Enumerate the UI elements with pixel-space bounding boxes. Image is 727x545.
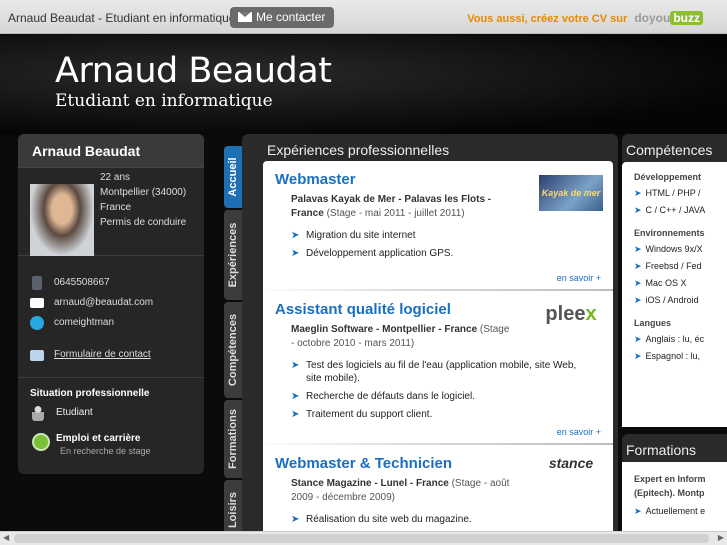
contact-button[interactable]: Me contacter [230, 7, 334, 28]
email-icon [30, 298, 44, 308]
skill-item: Freebsd / Fed [622, 255, 727, 272]
job-status: En recherche de stage [60, 446, 151, 456]
formations-title: Formations [622, 434, 727, 462]
skill-section-title: Langues [634, 318, 672, 328]
contact-button-label: Me contacter [256, 10, 326, 24]
page-subtitle: Etudiant en informatique [55, 91, 273, 111]
skill-item: HTML / PHP / [622, 182, 727, 199]
experiences-title: Expériences professionnelles [267, 142, 450, 158]
form-icon [30, 350, 44, 361]
company-logo: stance [539, 449, 603, 485]
tab-accueil[interactable]: Accueil [224, 146, 242, 208]
phone-number: 0645508667 [54, 277, 110, 288]
profile-facts: 22 ans Montpellier (34000) France Permis… [100, 170, 186, 230]
phone-row: 0645508667 [30, 276, 204, 296]
competences-panel: Compétences Développement HTML / PHP / C… [622, 134, 727, 545]
phone-icon [32, 276, 42, 290]
skype-icon [30, 316, 44, 330]
doyoubuzz-logo[interactable]: doyou buzz [634, 11, 703, 25]
scroll-left-icon[interactable]: ◀ [3, 533, 9, 542]
job-search-row: Emploi et carrière En recherche de stage [30, 433, 204, 456]
experiences-list: Webmaster Kayak de mer Palavas Kayak de … [263, 161, 613, 545]
job-task: Test des logiciels au fil de l'eau (appl… [291, 359, 591, 385]
more-link[interactable]: en savoir + [557, 273, 601, 283]
job-title: Emploi et carrière [56, 433, 141, 444]
avatar [30, 184, 94, 256]
skill-item: Mac OS X [622, 272, 727, 289]
company-logo: pleex [539, 299, 603, 335]
job-org: Maeglin Software - Montpellier - France … [291, 324, 510, 349]
skill-item: Espagnol : lu, [622, 345, 727, 362]
promo-link[interactable]: Vous aussi, créez votre CV sur doyou buzz [467, 11, 703, 25]
formation-item: Actuellement e [622, 500, 727, 517]
top-bar: Arnaud Beaudat - Etudiant en informatiqu… [0, 0, 727, 34]
job-org: Stance Magazine - Lunel - France (Stage … [291, 478, 510, 503]
tab-experiences[interactable]: Expériences [224, 210, 242, 300]
competences-list: Développement HTML / PHP / C / C++ / JAV… [622, 162, 727, 427]
person-icon [32, 405, 44, 421]
job-tasks: Test des logiciels au fil de l'eau (appl… [291, 359, 613, 421]
fact-license: Permis de conduire [100, 217, 187, 228]
job-entry: Webmaster & Technicien stance Stance Mag… [263, 445, 613, 545]
skype-id[interactable]: comeightman [54, 317, 114, 328]
skill-item: C / C++ / JAVA [622, 199, 727, 216]
job-task: Réalisation du site web du magazine. [291, 513, 591, 526]
skype-row[interactable]: comeightman [30, 316, 204, 336]
competences-title: Compétences [622, 134, 727, 162]
header-banner: Arnaud Beaudat Etudiant en informatique [0, 35, 727, 135]
email-address[interactable]: arnaud@beaudat.com [54, 297, 153, 308]
job-task: Développement application GPS. [291, 247, 591, 260]
contact-form-label[interactable]: Formulaire de contact [54, 349, 151, 360]
job-task: Recherche de défauts dans le logiciel. [291, 390, 591, 403]
fact-age: 22 ans [100, 172, 131, 183]
contact-form-link[interactable]: Formulaire de contact [30, 348, 204, 368]
situation-title: Situation professionnelle [30, 388, 150, 399]
page-title: Arnaud Beaudat [55, 51, 332, 91]
more-link[interactable]: en savoir + [557, 427, 601, 437]
job-entry: Webmaster Kayak de mer Palavas Kayak de … [263, 161, 613, 289]
skill-item: Anglais : lu, éc [622, 328, 727, 345]
email-row[interactable]: arnaud@beaudat.com [30, 296, 204, 316]
fact-country: France [100, 202, 132, 213]
job-task: Traitement du support client. [291, 408, 591, 421]
skill-section-title: Développement [634, 172, 702, 182]
skill-item: Windows 9x/X [622, 238, 727, 255]
mail-icon [238, 12, 252, 22]
company-logo: Kayak de mer [539, 175, 603, 211]
skill-section-title: Environnements [634, 228, 705, 238]
fact-city: Montpellier (34000) [100, 187, 187, 198]
scroll-right-icon[interactable]: ▶ [718, 533, 724, 542]
promo-text: Vous aussi, créez votre CV sur [467, 13, 628, 25]
job-org: Palavas Kayak de Mer - Palavas les Flots… [291, 194, 492, 219]
job-tasks: Réalisation du site web du magazine. [291, 513, 613, 526]
scrollbar-thumb[interactable] [14, 534, 709, 543]
status-text: Etudiant [56, 407, 93, 418]
tab-formations[interactable]: Formations [224, 400, 242, 478]
site-title: Arnaud Beaudat - Etudiant en informatiqu… [8, 11, 236, 25]
job-tasks: Migration du site internet Développement… [291, 229, 613, 260]
profile-name: Arnaud Beaudat [18, 134, 204, 168]
contact-details: 0645508667 arnaud@beaudat.com comeightma… [18, 256, 204, 378]
horizontal-scrollbar[interactable]: ◀ ▶ [0, 531, 727, 545]
professional-situation: Situation professionnelle Etudiant Emplo… [18, 378, 204, 456]
formation-entry: Expert en Inform (Epitech). Montp [634, 474, 706, 498]
profile-sidebar: Arnaud Beaudat 22 ans Montpellier (34000… [18, 134, 204, 474]
experiences-panel: Expériences professionnelles Webmaster K… [242, 134, 618, 545]
status-row: Etudiant [30, 405, 204, 429]
job-entry: Assistant qualité logiciel pleex Maeglin… [263, 291, 613, 443]
skill-item: iOS / Android [622, 289, 727, 306]
job-task: Migration du site internet [291, 229, 591, 242]
tab-competences[interactable]: Compétences [224, 302, 242, 398]
job-search-icon [32, 433, 50, 451]
profile-summary: 22 ans Montpellier (34000) France Permis… [18, 168, 204, 256]
